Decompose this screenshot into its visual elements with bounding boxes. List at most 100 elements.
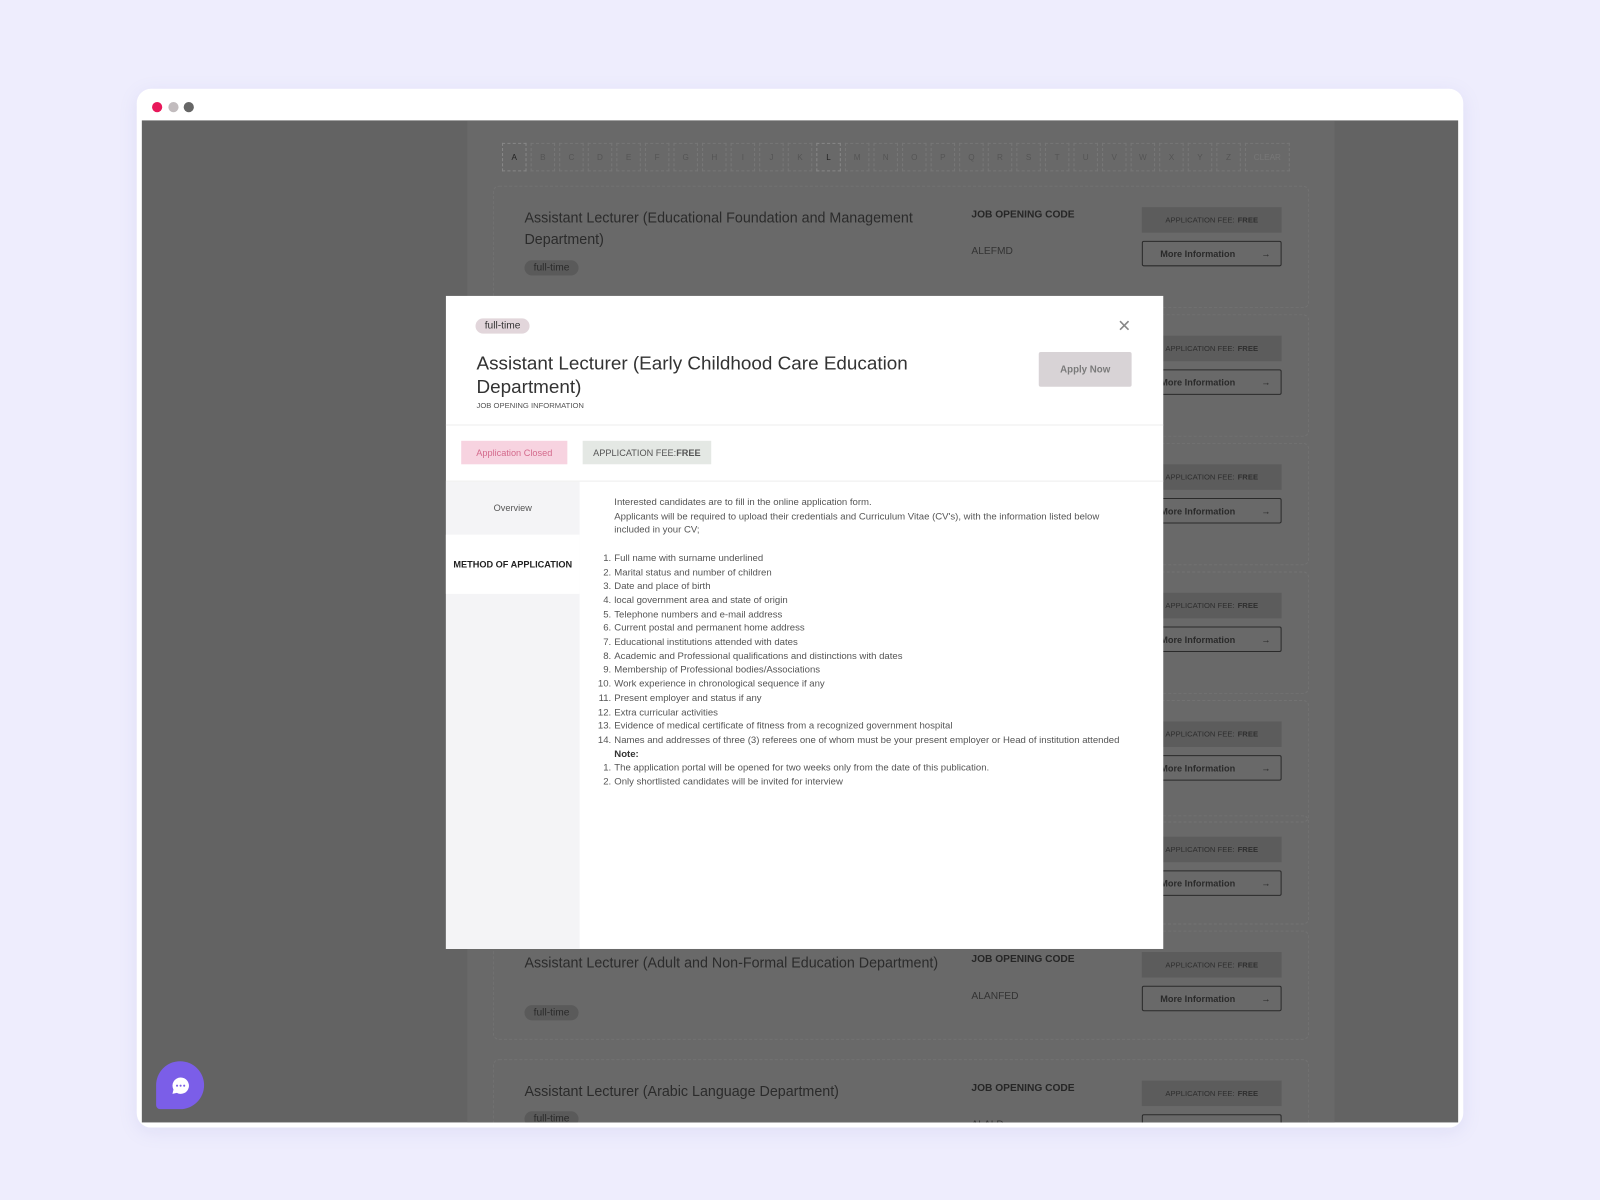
job-title[interactable]: Assistant Lecturer (Educational Foundati… xyxy=(524,207,953,250)
letter-filter-v[interactable]: V xyxy=(1102,142,1127,172)
list-item: 7. Educational institutions attended with… xyxy=(603,635,798,647)
letter-filter-p[interactable]: P xyxy=(930,142,956,172)
letter-filter-k[interactable]: K xyxy=(787,142,813,172)
letter-filter-m[interactable]: M xyxy=(844,142,870,172)
list-item-text: Full name with surname underlined xyxy=(614,551,764,564)
list-item: 2. Marital status and number of children xyxy=(603,565,772,578)
list-item-text: Present employer and status if any xyxy=(614,691,762,703)
letter-filter-t[interactable]: T xyxy=(1044,142,1070,172)
list-item: 4. local government area and state of ori… xyxy=(603,593,788,606)
modal-subtitle: JOB OPENING INFORMATION xyxy=(476,401,584,411)
more-information-button[interactable]: More Information → xyxy=(1141,985,1282,1012)
tab-overview[interactable]: Overview xyxy=(446,482,580,535)
alphabet-filter: A B C D E F G H I J K L M N O P Q R S T U V W X Y Z CLEAR xyxy=(502,142,1290,172)
job-title[interactable]: Assistant Lecturer (Adult and Non-Formal… xyxy=(524,952,953,973)
letter-filter-y[interactable]: Y xyxy=(1187,142,1213,172)
list-item-text: The application portal will be opened fo… xyxy=(614,761,990,773)
arrow-right-icon: → xyxy=(1261,248,1271,259)
list-item: 6. Current postal and permanent home addr… xyxy=(603,621,805,633)
list-item-text: Marital status and number of children xyxy=(614,565,772,578)
job-type-tag: full-time xyxy=(475,318,530,334)
list-item: 2. Only shortlisted candidates will be in… xyxy=(603,775,843,787)
job-detail-modal: full-time ✕ Assistant Lecturer (Early Ch… xyxy=(445,295,1164,949)
list-item: 1. Full name with surname underlined xyxy=(603,551,764,564)
list-item-text: local government area and state of origi… xyxy=(614,593,788,606)
arrow-right-icon: → xyxy=(1261,762,1271,773)
letter-filter-s[interactable]: S xyxy=(1016,142,1041,172)
fee-label: APPLICATION FEE: xyxy=(1165,472,1235,482)
letter-filter-d[interactable]: D xyxy=(587,142,613,172)
job-code: ALANFED xyxy=(971,990,1019,1003)
fee-label: APPLICATION FEE: xyxy=(1165,729,1235,739)
list-item-text: Educational institutions attended with d… xyxy=(614,635,798,647)
intro-text: Interested candidates are to fill in the… xyxy=(614,495,872,508)
job-card: Assistant Lecturer (Educational Foundati… xyxy=(492,185,1310,309)
list-item-text: Names and addresses of three (3) referee… xyxy=(614,733,1120,745)
letter-filter-z[interactable]: Z xyxy=(1216,142,1241,172)
status-badge: Application Closed xyxy=(461,440,568,465)
list-item: 5. Telephone numbers and e-mail address xyxy=(603,607,783,619)
job-code: ALALD xyxy=(971,1119,1003,1122)
tab-method-of-application[interactable]: METHOD OF APPLICATION xyxy=(445,534,580,594)
more-label: More Information xyxy=(1160,762,1236,773)
letter-filter-r[interactable]: R xyxy=(987,142,1013,172)
fee-badge: APPLICATION FEE: FREE xyxy=(582,440,712,465)
arrow-right-icon: → xyxy=(1261,505,1271,516)
more-label: More Information xyxy=(1160,377,1236,388)
list-item-text: Only shortlisted candidates will be invi… xyxy=(614,775,843,787)
list-item-text: Evidence of medical certificate of fitne… xyxy=(614,719,953,731)
arrow-right-icon: → xyxy=(1261,993,1271,1004)
more-information-button[interactable]: More Information → xyxy=(1141,240,1282,267)
more-label: More Information xyxy=(1160,993,1236,1004)
close-icon[interactable]: ✕ xyxy=(1117,316,1131,336)
letter-filter-q[interactable]: Q xyxy=(959,142,984,172)
letter-filter-j[interactable]: J xyxy=(759,142,784,172)
job-card: Assistant Lecturer (Arabic Language Depa… xyxy=(492,1059,1310,1123)
list-item-text: Date and place of birth xyxy=(614,579,711,592)
fee-badge: APPLICATION FEE: FREE xyxy=(1141,1080,1282,1107)
fee-value: FREE xyxy=(1237,960,1259,970)
fee-label: APPLICATION FEE: xyxy=(1165,215,1235,225)
letter-filter-l[interactable]: L xyxy=(816,142,841,172)
minimize-dot[interactable] xyxy=(168,102,179,113)
letter-filter-g[interactable]: G xyxy=(673,142,698,172)
list-item: 11. Present employer and status if any xyxy=(598,691,762,703)
letter-filter-u[interactable]: U xyxy=(1073,142,1098,172)
more-label: More Information xyxy=(1160,248,1236,259)
clear-filter-button[interactable]: CLEAR xyxy=(1244,142,1290,172)
fee-label: APPLICATION FEE: xyxy=(1165,844,1235,855)
letter-filter-h[interactable]: H xyxy=(702,142,727,172)
job-code-label: JOB OPENING CODE xyxy=(971,1082,1075,1094)
note-label: Note: xyxy=(614,747,639,759)
more-label: More Information xyxy=(1160,1122,1235,1123)
letter-filter-x[interactable]: X xyxy=(1159,142,1184,172)
maximize-dot[interactable] xyxy=(183,102,194,113)
letter-filter-f[interactable]: F xyxy=(644,142,670,172)
more-information-button[interactable]: More Information → xyxy=(1141,1114,1282,1123)
apply-now-button[interactable]: Apply Now xyxy=(1038,352,1132,387)
letter-filter-n[interactable]: N xyxy=(873,142,898,172)
close-dot[interactable] xyxy=(152,102,163,113)
letter-filter-w[interactable]: W xyxy=(1130,142,1156,172)
job-type-tag: full-time xyxy=(524,1005,579,1021)
more-label: More Information xyxy=(1160,878,1236,889)
letter-filter-i[interactable]: I xyxy=(730,142,756,172)
job-title[interactable]: Assistant Lecturer (Arabic Language Depa… xyxy=(524,1081,953,1102)
job-code-label: JOB OPENING CODE xyxy=(971,209,1075,221)
letter-filter-e[interactable]: E xyxy=(616,142,641,172)
list-item: 13. Evidence of medical certificate of fi… xyxy=(597,719,953,731)
letter-filter-b[interactable]: B xyxy=(530,142,556,172)
chat-button[interactable] xyxy=(156,1061,205,1110)
letter-filter-o[interactable]: O xyxy=(902,142,927,172)
fee-value: FREE xyxy=(1237,343,1259,354)
fee-value: FREE xyxy=(1237,844,1259,855)
notes-list: 1. The application portal will be opened … xyxy=(603,761,1134,789)
list-item-text: Current postal and permanent home addres… xyxy=(614,621,805,633)
letter-filter-c[interactable]: C xyxy=(559,142,584,172)
fee-label: APPLICATION FEE: xyxy=(1165,1088,1235,1098)
fee-value: FREE xyxy=(1237,472,1259,482)
arrow-right-icon: → xyxy=(1261,878,1271,889)
list-item: 12. Extra curricular activities xyxy=(597,705,718,717)
job-code-label: JOB OPENING CODE xyxy=(971,954,1075,966)
letter-filter-a[interactable]: A xyxy=(502,142,527,172)
